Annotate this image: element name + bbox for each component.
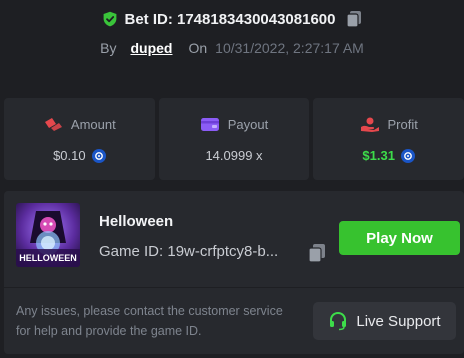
- payout-value: 14.0999 x: [205, 148, 263, 163]
- thumbnail-title: HELLOWEEN: [19, 253, 77, 263]
- profit-hand-icon: [360, 117, 379, 132]
- bet-header: Bet ID: 1748183430043081600 By duped On …: [0, 0, 464, 90]
- game-id: Game ID: 19w-crfptcy8-b...: [99, 243, 279, 260]
- divider: [4, 287, 464, 288]
- profit-value: $1.31: [362, 148, 395, 163]
- game-name: Helloween: [99, 213, 174, 230]
- amount-card: Amount $0.10: [4, 98, 155, 180]
- copy-bet-id-icon[interactable]: [345, 10, 362, 28]
- by-label: By: [100, 40, 117, 56]
- game-card: HELLOWEEN Helloween Game ID: 19w-crfptcy…: [4, 191, 464, 354]
- bet-id: Bet ID: 1748183430043081600: [124, 10, 336, 28]
- username-link[interactable]: duped: [130, 40, 172, 56]
- coin-icon: [400, 148, 415, 163]
- verified-shield-icon: [104, 11, 117, 27]
- amount-value: $0.10: [53, 148, 86, 163]
- play-now-button[interactable]: Play Now: [339, 221, 460, 255]
- helloween-thumbnail-art: HELLOWEEN: [16, 203, 80, 267]
- payout-label: Payout: [227, 116, 269, 132]
- amount-label: Amount: [70, 116, 116, 132]
- copy-game-id-icon[interactable]: [308, 243, 326, 263]
- bet-id-row: Bet ID: 1748183430043081600: [0, 8, 464, 30]
- bet-date: 10/31/2022, 2:27:17 AM: [215, 40, 364, 56]
- headset-icon: [330, 311, 347, 331]
- profit-label: Profit: [387, 116, 418, 132]
- bet-stats: Amount $0.10 Payout 14.0999 x Profit $1.…: [4, 98, 464, 180]
- author-row: By duped On 10/31/2022, 2:27:17 AM: [0, 38, 464, 58]
- profit-card: Profit $1.31: [313, 98, 464, 180]
- coin-icon: [91, 148, 106, 163]
- payout-card: Payout 14.0999 x: [158, 98, 310, 180]
- amount-icon: [44, 118, 62, 131]
- support-message: Any issues, please contact the customer …: [16, 304, 283, 338]
- on-label: On: [188, 40, 208, 56]
- live-support-label: Live Support: [356, 312, 441, 330]
- wallet-icon: [200, 118, 219, 131]
- game-thumbnail[interactable]: HELLOWEEN: [16, 203, 80, 267]
- live-support-button[interactable]: Live Support: [313, 302, 456, 340]
